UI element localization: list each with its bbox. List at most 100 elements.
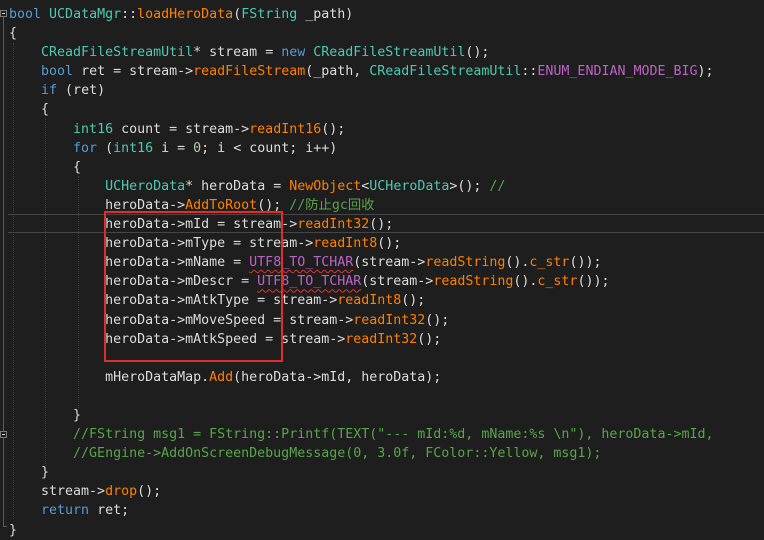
code-token: (); <box>321 121 346 137</box>
code-token: c_str <box>537 274 578 290</box>
code-token: >(); <box>449 178 490 194</box>
code-token: //FString msg1 = FString::Printf(TEXT("-… <box>9 427 714 443</box>
code-token: (heroData->mId, heroData); <box>233 369 442 385</box>
code-token: new <box>281 45 306 61</box>
code-token: UCHeroData <box>369 178 450 194</box>
code-line[interactable]: { <box>9 100 714 119</box>
code-line[interactable]: //FString msg1 = FString::Printf(TEXT("-… <box>9 425 714 444</box>
fold-end-marker <box>3 526 7 527</box>
code-line[interactable]: { <box>9 24 714 43</box>
code-token: readString <box>425 255 506 271</box>
code-token: readInt16 <box>249 121 322 137</box>
code-token: readInt32 <box>297 217 370 233</box>
code-token: (); <box>137 484 162 500</box>
code-token: _path) <box>297 7 354 22</box>
code-line[interactable]: for (int16 i = 0; i < count; i++) <box>9 139 714 158</box>
code-token: } <box>9 522 18 538</box>
code-token: return <box>41 503 90 519</box>
code-token: bool <box>9 7 42 22</box>
code-token: (); <box>377 236 402 252</box>
code-token: (); <box>369 217 394 233</box>
code-token: UCHeroData <box>105 178 186 194</box>
code-line[interactable]: UCHeroData* heroData = NewObject<UCHeroD… <box>9 177 714 196</box>
code-token: (stream-> <box>361 274 434 290</box>
code-token: * heroData = <box>185 178 290 194</box>
code-token: i = <box>153 140 194 156</box>
code-line[interactable]: mHeroDataMap.Add(heroData->mId, heroData… <box>9 368 714 387</box>
code-token: if <box>41 83 58 99</box>
code-line[interactable]: } <box>9 406 714 425</box>
code-line[interactable]: } <box>9 521 714 540</box>
code-line[interactable] <box>9 387 714 406</box>
code-line[interactable]: { <box>9 158 714 177</box>
code-token: (). <box>505 255 530 271</box>
code-token: CReadFileStreamUtil <box>41 45 194 61</box>
code-token: readInt8 <box>313 236 378 252</box>
code-token: readFileStream <box>193 64 306 80</box>
code-token: (). <box>513 274 538 290</box>
code-line[interactable]: } <box>9 463 714 482</box>
code-token: bool <box>41 64 74 80</box>
fold-collapse-icon[interactable] <box>0 10 7 17</box>
code-token: ; i < count; i++) <box>201 140 338 156</box>
code-token: //防止gc回收 <box>289 197 375 213</box>
code-token: readInt32 <box>353 312 426 328</box>
code-token: c_str <box>529 255 570 271</box>
annotation-highlight-box <box>104 211 283 362</box>
code-line[interactable]: int16 count = stream->readInt16(); <box>9 120 714 139</box>
code-token: :: <box>121 7 138 22</box>
code-token: // <box>489 178 506 194</box>
code-token: ()); <box>569 255 602 271</box>
code-token: ( <box>97 140 114 156</box>
code-token: //GEngine->AddOnScreenDebugMessage(0, 3.… <box>9 446 602 462</box>
code-token: ret = stream-> <box>73 64 194 80</box>
code-token: (); <box>401 293 426 309</box>
code-token: for <box>73 140 98 156</box>
code-token: FString <box>241 7 298 22</box>
code-editor[interactable]: bool UCDataMgr::loadHeroData(FString _pa… <box>0 0 764 540</box>
fold-gutter <box>0 0 8 540</box>
code-line[interactable]: bool UCDataMgr::loadHeroData(FString _pa… <box>9 5 714 24</box>
code-token: (); <box>425 312 450 328</box>
code-token: 0 <box>193 140 202 156</box>
code-line[interactable]: //GEngine->AddOnScreenDebugMessage(0, 3.… <box>9 444 714 463</box>
code-token: stream-> <box>9 484 106 500</box>
code-token: (); <box>465 45 490 61</box>
code-token: { <box>9 159 82 175</box>
code-token: (stream-> <box>353 255 426 271</box>
code-line[interactable]: return ret; <box>9 501 714 520</box>
code-token: (ret) <box>57 83 106 99</box>
code-token: } <box>9 407 82 423</box>
code-token: int16 <box>73 121 114 137</box>
code-token: readString <box>433 274 514 290</box>
code-token: count = stream-> <box>113 121 250 137</box>
code-line[interactable]: if (ret) <box>9 81 714 100</box>
code-token: ENUM_ENDIAN_MODE_BIG <box>537 64 698 80</box>
code-token: mHeroDataMap. <box>9 369 210 385</box>
code-token: int16 <box>113 140 154 156</box>
code-token: Add <box>209 369 234 385</box>
code-token: NewObject <box>289 178 362 194</box>
code-token: CReadFileStreamUtil <box>313 45 466 61</box>
code-token: drop <box>105 484 138 500</box>
fold-line <box>3 438 4 526</box>
code-token: ()); <box>577 274 610 290</box>
code-token: CReadFileStreamUtil <box>369 64 522 80</box>
code-token: (); <box>417 331 442 347</box>
fold-line <box>3 17 4 431</box>
code-line[interactable]: stream->drop(); <box>9 482 714 501</box>
fold-collapse-icon[interactable] <box>0 431 7 438</box>
code-token: loadHeroData <box>137 7 234 22</box>
code-line[interactable]: bool ret = stream->readFileStream(_path,… <box>9 62 714 81</box>
code-token: readInt32 <box>345 331 418 347</box>
code-line[interactable]: CReadFileStreamUtil* stream = new CReadF… <box>9 43 714 62</box>
code-token: :: <box>521 64 538 80</box>
code-token: } <box>9 465 50 481</box>
